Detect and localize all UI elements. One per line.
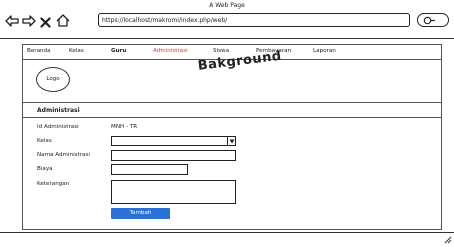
address-bar[interactable]: https://localhost/makromi/index.php/web/: [98, 13, 410, 27]
menu-item-guru[interactable]: Guru: [111, 48, 126, 54]
menu-item-administrasi[interactable]: Administrasi: [153, 48, 188, 54]
biaya-label: Biaya: [37, 166, 53, 172]
menu-item-siswa[interactable]: Siswa: [213, 48, 229, 54]
status-bar: [0, 232, 454, 247]
back-arrow-icon[interactable]: [5, 12, 19, 31]
home-icon[interactable]: [56, 12, 70, 31]
menu-item-kelas[interactable]: Kelas: [69, 48, 84, 54]
browser-titlebar: A Web Page https://localhost/makromi/ind…: [0, 0, 454, 39]
header-divider: [23, 102, 441, 103]
tambah-button[interactable]: Tambah: [111, 208, 170, 219]
close-icon[interactable]: [40, 13, 51, 32]
page-content: Beranda Kelas Guru Administrasi Siswa Pe…: [22, 44, 442, 230]
search-button[interactable]: [417, 13, 449, 27]
title-divider: [23, 117, 441, 118]
nama-administrasi-input[interactable]: [111, 150, 236, 161]
id-administrasi-label: Id Administrasi: [37, 124, 79, 130]
form-title: Administrasi: [37, 107, 80, 114]
kelas-select[interactable]: [111, 136, 236, 146]
menu-item-laporan[interactable]: Laporan: [313, 48, 336, 54]
kelas-label: Kelas: [37, 138, 52, 144]
window-title: A Web Page: [209, 2, 245, 9]
keterangan-textarea[interactable]: [111, 180, 236, 204]
nama-administrasi-label: Nama Administrasi: [37, 152, 90, 158]
chevron-down-icon[interactable]: [227, 137, 235, 145]
keterangan-label: Keterangan: [37, 181, 70, 187]
menu-item-beranda[interactable]: Beranda: [27, 48, 51, 54]
browser-window: A Web Page https://localhost/makromi/ind…: [0, 0, 454, 246]
id-administrasi-value: MNH - TR: [111, 124, 138, 130]
forward-arrow-icon[interactable]: [22, 12, 36, 31]
logo: Logo: [36, 67, 70, 92]
biaya-input[interactable]: [111, 164, 188, 175]
